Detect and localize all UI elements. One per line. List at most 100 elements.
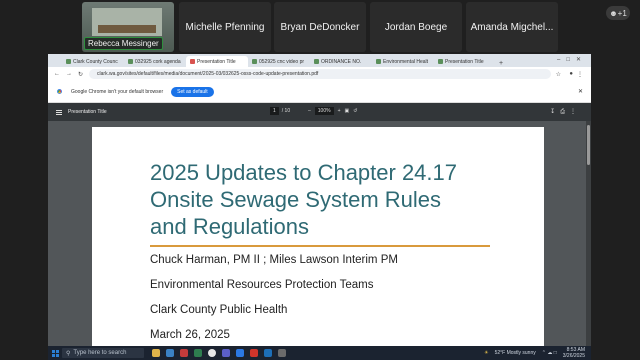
url-input[interactable]: clark.wa.gov/sites/default/files/media/d… [89,69,551,79]
favicon-icon [128,59,133,64]
fit-page-icon[interactable]: ▣ [345,108,350,114]
print-icon[interactable]: ⎙ [560,109,570,115]
windows-logo-icon [51,349,59,357]
chrome-icon[interactable] [208,349,216,357]
pdf-viewer[interactable]: 2025 Updates to Chapter 24.17 Onsite Sew… [48,121,591,346]
weather-icon: ☀ [484,350,489,356]
participant-name: Michelle Pfenning [185,21,265,33]
slide-team: Environmental Resources Protection Teams [150,279,374,291]
pdf-doc-title: Presentation Title [68,109,107,115]
tray-icons[interactable]: ⌃ ☁ □ [542,350,557,356]
zoom-controls: – 100% + ▣ ↺ [308,107,357,115]
app-icon[interactable] [250,349,258,357]
browser-tab[interactable]: Environmental Healt [372,56,434,67]
favicon-icon [438,59,443,64]
more-participants-button[interactable]: ☻ +1 [606,6,630,20]
address-bar-row: ← → ↻ clark.wa.gov/sites/default/files/m… [48,67,591,81]
participant-tile[interactable]: Amanda Migchel... [466,2,558,52]
participant-tile[interactable]: Jordan Boege [370,2,462,52]
pdf-toolbar: Presentation Title 1 / 10 – 100% + ▣ ↺ ↧… [48,103,591,121]
slide-title-line: 2025 Updates to Chapter 24.17 [150,160,458,185]
zoom-out-icon[interactable]: – [308,108,311,114]
rotate-icon[interactable]: ↺ [353,108,357,114]
clock-date: 3/26/2025 [562,353,585,359]
profile-icon[interactable]: ● [569,71,573,77]
tab-label: 052925 cnc video pr [259,58,305,65]
tab-bar: Clark County Counc 032925 cork agenda Pr… [48,54,591,67]
start-button[interactable] [48,346,62,360]
browser-tab[interactable]: 032925 cork agenda [124,56,186,67]
kebab-menu-icon[interactable]: ⋮ [577,71,583,78]
participant-name: Jordan Boege [384,21,448,33]
people-icon: ☻ [609,8,618,18]
windows-taskbar: ⚲ Type here to search ☀ 52°F Mostly sunn… [48,346,591,360]
system-tray: ☀ 52°F Mostly sunny ⌃ ☁ □ 8:53 AM 3/26/2… [484,346,585,360]
app-icon[interactable] [180,349,188,357]
page-total: / 10 [281,108,291,114]
favicon-icon [66,59,71,64]
teams-icon[interactable] [222,349,230,357]
chrome-logo-icon [56,88,63,95]
more-participants-count: +1 [617,8,627,18]
slide-presenters: Chuck Harman, PM II ; Miles Lawson Inter… [150,254,398,266]
browser-tab[interactable]: 052925 cnc video pr [248,56,310,67]
set-as-default-button[interactable]: Set as default [171,86,214,97]
back-icon[interactable]: ← [54,71,60,77]
forward-icon[interactable]: → [66,71,72,77]
browser-tab[interactable]: Presentation Title [434,56,496,67]
slide-title-line: Onsite Sewage System Rules [150,187,442,212]
participant-strip: Rebecca Messinger Michelle Pfenning Brya… [0,0,640,56]
tab-label: Clark County Counc [73,58,118,65]
browser-tab[interactable]: ORDINANCE NO. [310,56,372,67]
app-icon[interactable] [194,349,202,357]
zoom-in-icon[interactable]: + [338,108,341,114]
taskbar-search-placeholder: Type here to search [73,350,127,356]
title-divider [150,245,490,247]
clock[interactable]: 8:53 AM 3/26/2025 [563,347,585,359]
tab-label: 032925 cork agenda [135,58,181,65]
tab-label: ORDINANCE NO. [321,58,362,65]
zoom-level[interactable]: 100% [314,107,334,115]
scrollbar-thumb[interactable] [587,125,590,165]
tab-label: Presentation Title [197,58,236,65]
camera-feed [92,8,162,36]
infobar-message: Google Chrome isn't your default browser [71,88,164,95]
word-icon[interactable] [264,349,272,357]
menu-icon[interactable] [56,109,62,115]
file-explorer-icon[interactable] [152,349,160,357]
taskbar-search[interactable]: ⚲ Type here to search [62,348,144,358]
app-icon[interactable] [278,349,286,357]
favicon-icon [314,59,319,64]
browser-window: Clark County Counc 032925 cork agenda Pr… [48,54,591,346]
taskbar-apps [152,349,286,357]
participant-tile-video[interactable]: Rebecca Messinger [82,2,174,52]
outlook-icon[interactable] [236,349,244,357]
download-icon[interactable]: ↧ [550,109,560,115]
favicon-icon [252,59,257,64]
search-icon: ⚲ [66,350,71,357]
participant-name: Bryan DeDoncker [280,21,360,33]
new-tab-button[interactable]: + [499,60,503,67]
slide-date: March 26, 2025 [150,329,230,341]
window-controls[interactable]: –□✕ [557,56,587,63]
close-icon[interactable]: ✕ [578,88,583,95]
page-number-input[interactable]: 1 [270,107,279,115]
tab-label: Environmental Healt [383,58,429,65]
edge-icon[interactable] [166,349,174,357]
more-actions-icon[interactable]: ⋮ [570,109,581,115]
default-browser-infobar: Google Chrome isn't your default browser… [48,81,591,103]
scrollbar[interactable] [586,121,591,346]
participant-name: Amanda Migchel... [470,21,554,33]
page-indicator: 1 / 10 [270,107,290,115]
participant-tile[interactable]: Michelle Pfenning [179,2,271,52]
reload-icon[interactable]: ↻ [78,71,83,78]
browser-tab[interactable]: Clark County Counc [62,56,124,67]
url-text: clark.wa.gov/sites/default/files/media/d… [97,71,319,77]
participant-tile[interactable]: Bryan DeDoncker [274,2,366,52]
bookmark-star-icon[interactable]: ☆ [556,71,561,78]
slide-title: 2025 Updates to Chapter 24.17 Onsite Sew… [150,159,530,240]
weather-text[interactable]: 52°F Mostly sunny [495,350,536,356]
favicon-icon [376,59,381,64]
pdf-favicon-icon [190,59,195,64]
browser-tab-active[interactable]: Presentation Title [186,56,248,67]
